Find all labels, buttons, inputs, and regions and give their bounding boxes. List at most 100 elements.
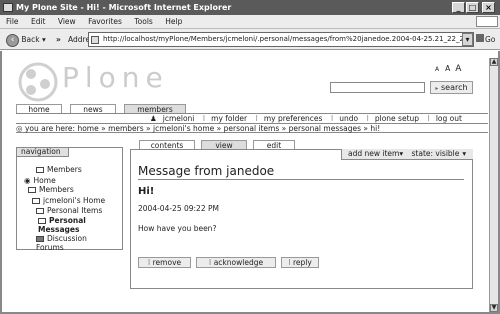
site-logo-text[interactable]: Plone: [62, 61, 169, 94]
breadcrumb-current: hi!: [370, 124, 381, 133]
user-link-my-folder[interactable]: my folder: [211, 114, 247, 123]
address-dropdown-icon[interactable]: ▾: [462, 33, 473, 46]
arrow-icon: ⁝: [427, 114, 430, 123]
content-actions-bar: add new item▾ state: visible ▾: [341, 149, 473, 160]
nav-label: jcmeloni's Home: [43, 196, 106, 205]
address-field[interactable]: http://localhost/myPlone/Members/jcmelon…: [88, 32, 474, 47]
nav-item-personal-messages[interactable]: Personal Messages: [38, 216, 100, 234]
page-icon: [91, 36, 99, 44]
button-icon: ⁝: [288, 258, 291, 267]
search-label: search: [440, 83, 468, 92]
button-label: reply: [292, 258, 312, 267]
button-icon: ⁝: [208, 258, 212, 267]
message-date: 2004-04-25 09:22 PM: [138, 204, 219, 213]
user-link-log-out[interactable]: log out: [436, 114, 462, 123]
back-label: Back: [21, 35, 40, 44]
reply-button[interactable]: ⁝ reply: [281, 257, 319, 268]
user-link-jcmeloni[interactable]: jcmeloni: [163, 114, 195, 123]
arrow-icon: ⁝: [366, 114, 369, 123]
nav-label: Personal Items: [47, 206, 103, 215]
add-new-item-menu[interactable]: add new item: [348, 149, 399, 158]
arrow-icon: ⁝: [202, 114, 206, 123]
title-rule: [138, 179, 464, 180]
breadcrumb-personal-messages[interactable]: personal messages: [289, 124, 361, 133]
user-actions-bar: ♟ jcmeloni ⁝ my folder ⁝ my preferences ⁝ un…: [150, 114, 472, 123]
nav-label: Members: [47, 165, 82, 174]
breadcrumb: ◎ you are here: home » members » jcmelon…: [16, 123, 488, 133]
scroll-down-icon[interactable]: ▼: [490, 304, 498, 312]
scroll-up-icon[interactable]: ▲: [490, 58, 498, 66]
state-menu[interactable]: state: visible: [412, 149, 460, 158]
browser-toolbar: ‹ Back ▾ » Address http://localhost/myPl…: [0, 28, 500, 50]
breadcrumb-info-icon: ◎: [16, 124, 23, 133]
menu-view[interactable]: View: [58, 17, 76, 26]
user-link-undo[interactable]: undo: [339, 114, 358, 123]
breadcrumb-members[interactable]: members: [108, 124, 144, 133]
text-size-small[interactable]: A: [435, 66, 439, 73]
back-arrow-icon: ‹: [6, 33, 19, 47]
go-arrow-icon: [476, 34, 484, 42]
maximize-button[interactable]: □: [466, 2, 479, 13]
menu-favorites[interactable]: Favorites: [88, 17, 122, 26]
forward-chevron[interactable]: »: [56, 32, 61, 48]
user-icon: ♟: [150, 114, 157, 123]
nav-item-jcmeloni-home[interactable]: jcmeloni's Home: [32, 196, 105, 205]
arrow-icon: ⁝: [255, 114, 258, 123]
button-label: acknowledge: [213, 258, 264, 267]
minimize-button[interactable]: _: [452, 2, 465, 13]
ie-app-icon: [3, 3, 13, 12]
home-icon: ◉: [24, 176, 31, 185]
nav-item-discussion-forums[interactable]: Discussion Forums: [36, 234, 96, 252]
folder-icon: [32, 198, 40, 204]
close-button[interactable]: ×: [482, 2, 495, 13]
window-titlebar: My Plone Site - Hi! - Microsoft Internet…: [0, 0, 500, 15]
remove-button[interactable]: ⁝ remove: [138, 257, 191, 268]
folder-icon: [28, 187, 36, 193]
folder-icon: [38, 218, 46, 224]
menu-tools[interactable]: Tools: [134, 17, 152, 26]
message-subject: Hi!: [138, 186, 155, 197]
page-title: Message from janedoe: [138, 164, 275, 178]
chevron-down-icon: ▾: [462, 149, 467, 158]
search-button[interactable]: ▸ search: [430, 81, 473, 94]
nav-item-members-2[interactable]: Members: [28, 185, 74, 194]
arrow-icon: ⁝: [330, 114, 334, 123]
go-label: Go: [485, 35, 496, 44]
breadcrumb-prefix: you are here:: [24, 124, 76, 133]
menubar: File Edit View Favorites Tools Help: [0, 15, 500, 28]
back-dropdown-icon[interactable]: ▾: [42, 35, 46, 44]
text-size-normal[interactable]: A: [445, 64, 450, 73]
windows-logo-icon: [476, 16, 498, 27]
breadcrumb-home[interactable]: home: [77, 124, 98, 133]
text-size-controls: AAA: [435, 64, 461, 74]
nav-item-personal-items[interactable]: Personal Items: [36, 206, 102, 215]
button-label: remove: [152, 258, 182, 267]
search-input[interactable]: [330, 82, 425, 93]
forum-icon: [36, 236, 44, 242]
search-arrow-icon: ▸: [435, 85, 439, 92]
vertical-scrollbar[interactable]: ▲ ▼: [489, 58, 498, 312]
menu-help[interactable]: Help: [165, 17, 182, 26]
nav-item-home[interactable]: ◉ Home: [24, 176, 56, 185]
chevron-down-icon: ▾: [399, 149, 404, 158]
folder-icon: [36, 208, 44, 214]
breadcrumb-personal-items[interactable]: personal items: [224, 124, 280, 133]
window-title: My Plone Site - Hi! - Microsoft Internet…: [16, 3, 232, 12]
acknowledge-button[interactable]: ⁝ acknowledge: [196, 257, 276, 268]
nav-label: Members: [39, 185, 74, 194]
text-size-large[interactable]: A: [455, 64, 461, 74]
address-label: Address: [68, 35, 88, 44]
address-url: http://localhost/myPlone/Members/jcmelon…: [103, 35, 469, 43]
go-button[interactable]: Go: [476, 32, 495, 48]
user-link-plone-setup[interactable]: plone setup: [375, 114, 419, 123]
nav-item-members-1[interactable]: Members: [36, 165, 82, 174]
breadcrumb-jcmeloni-home[interactable]: jcmeloni's home: [153, 124, 214, 133]
menu-file[interactable]: File: [6, 17, 19, 26]
navigation-portlet-title: navigation: [16, 147, 69, 157]
button-icon: ⁝: [147, 258, 151, 267]
menu-edit[interactable]: Edit: [31, 17, 46, 26]
back-button[interactable]: ‹ Back ▾: [6, 32, 46, 48]
folder-icon: [36, 167, 44, 173]
plone-logo-icon: [18, 62, 58, 102]
user-link-my-preferences[interactable]: my preferences: [264, 114, 323, 123]
